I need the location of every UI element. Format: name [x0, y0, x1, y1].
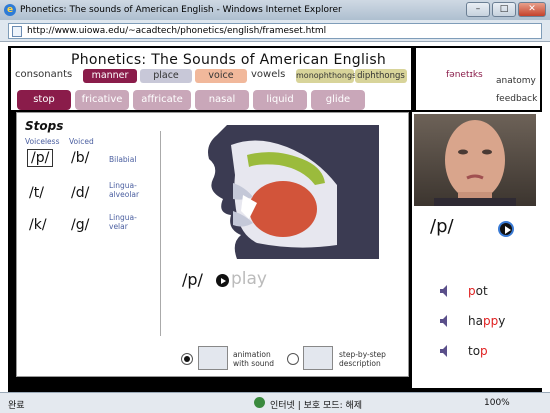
page-icon — [12, 26, 22, 37]
manner-tab-fricative[interactable]: fricative — [75, 90, 129, 110]
example-word-top[interactable]: top — [468, 344, 488, 358]
anatomy-link[interactable]: anatomy — [496, 76, 536, 86]
manner-tab-nasal[interactable]: nasal — [195, 90, 249, 110]
manner-tab-stop[interactable]: stop — [17, 90, 71, 110]
stepbystep-thumbnail[interactable] — [303, 346, 333, 370]
word-panel: /p/ pot happy top — [412, 112, 542, 388]
window-titlebar: e Phonetics: The sounds of American Engl… — [0, 0, 550, 20]
url-field[interactable]: http://www.uiowa.edu/~acadtech/phonetics… — [8, 23, 542, 39]
feedback-link[interactable]: feedback — [496, 94, 537, 104]
tab-manner[interactable]: manner — [83, 69, 137, 83]
stops-title: Stops — [25, 119, 64, 133]
minimize-button[interactable]: – — [466, 2, 490, 17]
animation-label: animation with sound — [233, 350, 275, 368]
voiceless-header: Voiceless — [25, 137, 60, 146]
speaker-video — [414, 114, 536, 206]
close-button[interactable]: ✕ — [518, 2, 546, 17]
speaker-icon[interactable] — [438, 314, 452, 328]
site-title: Phonetics: The Sounds of American Englis… — [71, 52, 387, 68]
security-zone: 인터넷 | 보호 모드: 해제 — [270, 401, 363, 411]
manner-tab-affricate[interactable]: affricate — [133, 90, 191, 110]
page-content: Phonetics: The Sounds of American Englis… — [0, 42, 550, 392]
maximize-button[interactable]: □ — [492, 2, 516, 17]
zoom-level[interactable]: 100% — [484, 398, 510, 408]
phoneme-p[interactable]: /p/ — [27, 149, 54, 167]
divider — [160, 131, 161, 336]
globe-icon — [254, 397, 265, 408]
place-bilabial: Bilabial — [109, 155, 137, 164]
phoneme-d[interactable]: /d/ — [71, 185, 89, 201]
phoneme-k[interactable]: /k/ — [29, 217, 47, 233]
side-symbol: /p/ — [430, 216, 454, 237]
top-navigation: Phonetics: The Sounds of American Englis… — [11, 48, 411, 110]
vowels-label[interactable]: vowels — [251, 69, 285, 80]
phoneme-g[interactable]: /g/ — [71, 217, 89, 233]
play-button[interactable] — [216, 274, 229, 287]
sidebar-links: fənetɪks anatomy feedback — [414, 48, 540, 110]
player-symbol: /p/ — [182, 270, 203, 289]
ie-icon: e — [4, 4, 16, 16]
tab-place[interactable]: place — [140, 69, 192, 83]
speaker-face — [434, 120, 516, 206]
play-label[interactable]: play — [231, 269, 267, 289]
example-word-pot[interactable]: pot — [468, 284, 488, 298]
window-title: Phonetics: The sounds of American Englis… — [20, 5, 342, 15]
manner-tab-glide[interactable]: glide — [311, 90, 365, 110]
stops-panel: Stops Voiceless Voiced /p/ /b/ Bilabial … — [16, 112, 409, 377]
stepbystep-label: step-by-step description — [339, 350, 386, 368]
tab-diphthongs[interactable]: diphthongs — [355, 69, 407, 83]
side-play-button[interactable] — [498, 221, 514, 237]
phoneme-b[interactable]: /b/ — [71, 150, 89, 166]
tab-voice[interactable]: voice — [195, 69, 247, 83]
speaker-icon[interactable] — [438, 284, 452, 298]
voiced-header: Voiced — [69, 137, 94, 146]
animation-radio[interactable] — [181, 353, 193, 365]
status-bar: 완료 인터넷 | 보호 모드: 해제 100% — [0, 392, 550, 413]
address-bar: http://www.uiowa.edu/~acadtech/phonetics… — [0, 20, 550, 42]
consonants-label[interactable]: consonants — [15, 69, 72, 80]
tab-monophthongs[interactable]: monophthongs — [296, 69, 356, 83]
url-text: http://www.uiowa.edu/~acadtech/phonetics… — [27, 26, 327, 36]
speaker-icon[interactable] — [438, 344, 452, 358]
window-controls: – □ ✕ — [466, 2, 546, 17]
bottom-bar — [16, 378, 410, 386]
phoneme-t[interactable]: /t/ — [29, 185, 44, 201]
animation-thumbnail[interactable] — [198, 346, 228, 370]
place-lingua-velar: Lingua- velar — [109, 213, 137, 231]
stepbystep-radio[interactable] — [287, 353, 299, 365]
place-lingua-alveolar: Lingua- alveolar — [109, 181, 140, 199]
status-text: 완료 — [8, 401, 25, 411]
fonetiks-link[interactable]: fənetɪks — [446, 70, 483, 80]
manner-tab-liquid[interactable]: liquid — [253, 90, 307, 110]
example-word-happy[interactable]: happy — [468, 314, 505, 328]
vocal-tract-animation — [197, 125, 379, 259]
